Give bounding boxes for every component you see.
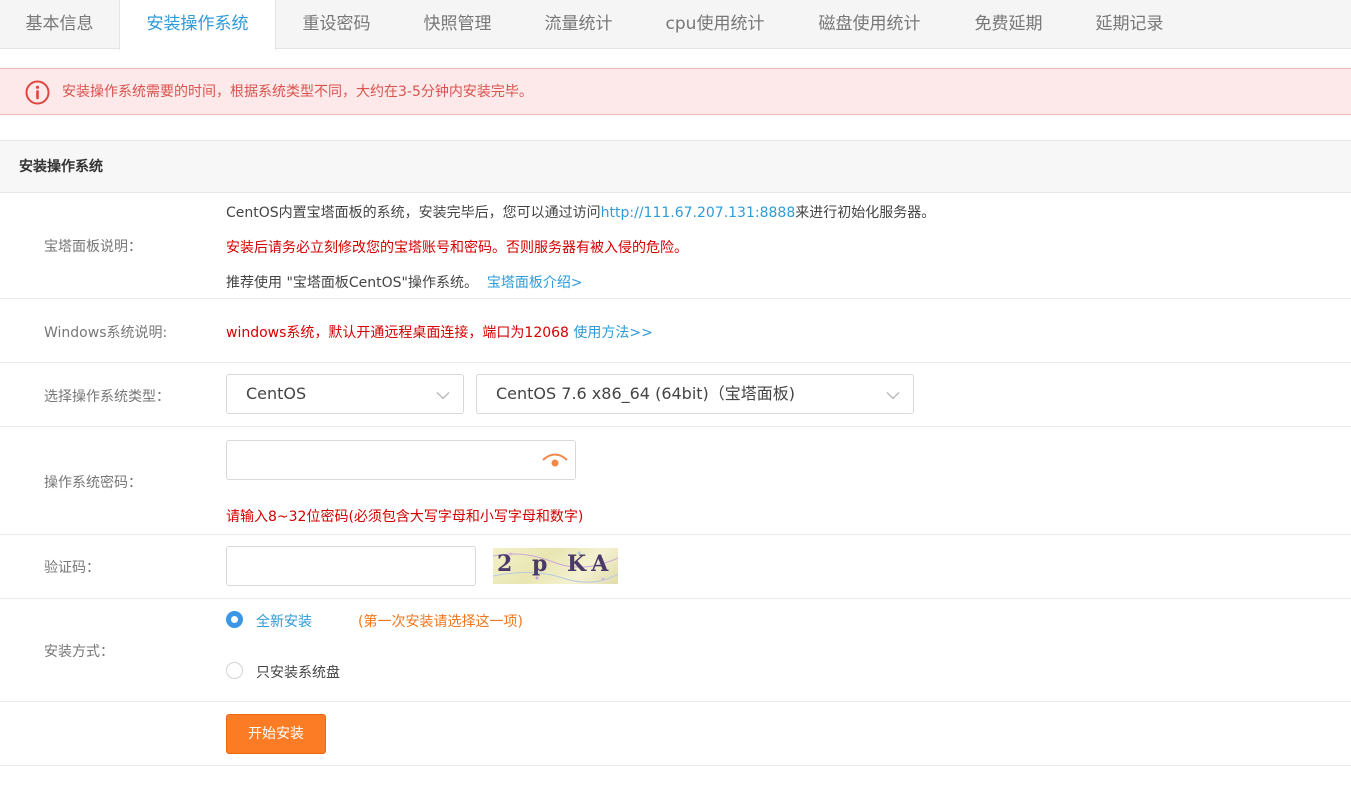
captcha-image[interactable]: 2 p KA (493, 548, 618, 584)
tab-extend-records[interactable]: 延期记录 (1069, 0, 1190, 49)
install-mode-label: 安装方式： (44, 644, 114, 660)
windows-label: Windows系统说明: (44, 325, 168, 341)
section-header: 安装操作系统 (0, 140, 1351, 193)
install-mode-row: 安装方式： 全新安装 (第一次安装请选择这一项) 只安装系统盘 (0, 599, 1351, 702)
os-version-select[interactable]: CentOS 7.6 x86_64 (64bit)（宝塔面板) (476, 374, 914, 414)
system-disk-only-label[interactable]: 只安装系统盘 (256, 662, 340, 682)
baota-line-1-prefix: CentOS内置宝塔面板的系统，安装完毕后，您可以通过访问 (226, 205, 601, 221)
os-select-row: 选择操作系统类型： CentOS CentOS 7.6 x86_64 (64bi… (0, 363, 1351, 427)
alert-banner: 安装操作系统需要的时间，根据系统类型不同，大约在3-5分钟内安装完毕。 (0, 68, 1351, 115)
radio-fresh-install[interactable] (226, 611, 243, 628)
eye-icon[interactable] (541, 450, 569, 472)
captcha-input[interactable] (226, 546, 476, 586)
tab-free-extend[interactable]: 免费延期 (948, 0, 1069, 49)
os-version-value: CentOS 7.6 x86_64 (64bit)（宝塔面板) (496, 384, 796, 403)
windows-info: windows系统，默认开通远程桌面连接，端口为12068 使用方法>> (226, 322, 653, 342)
tab-bar: 基本信息 安装操作系统 重设密码 快照管理 流量统计 cpu使用统计 磁盘使用统… (0, 0, 1351, 50)
info-circle-icon (25, 80, 50, 105)
tab-cpu[interactable]: cpu使用统计 (639, 0, 791, 49)
password-hint: 请输入8~32位密码(必须包含大写字母和小写字母和数字) (226, 509, 584, 525)
tab-disk[interactable]: 磁盘使用统计 (791, 0, 948, 49)
password-label: 操作系统密码： (44, 475, 142, 491)
baota-warning: 安装后请务必立刻修改您的宝塔账号和密码。否则服务器有被入侵的危险。 (226, 240, 688, 256)
baota-line-1: CentOS内置宝塔面板的系统，安装完毕后，您可以通过访问http://111.… (226, 202, 935, 222)
submit-row (0, 702, 1351, 766)
alert-text: 安装操作系统需要的时间，根据系统类型不同，大约在3-5分钟内安装完毕。 (62, 84, 533, 100)
fresh-install-note: (第一次安装请选择这一项) (358, 614, 523, 630)
baota-intro-link[interactable]: 宝塔面板介绍> (487, 275, 583, 291)
captcha-row: 验证码： (0, 535, 1351, 599)
captcha-text: 2 p KA (497, 551, 615, 577)
os-type-select[interactable]: CentOS (226, 374, 464, 414)
windows-row: Windows系统说明: windows系统，默认开通远程桌面连接，端口为120… (0, 299, 1351, 363)
password-field-wrap (226, 440, 576, 480)
baota-line-3: 推荐使用 "宝塔面板CentOS"操作系统。 宝塔面板介绍> (226, 272, 583, 292)
chevron-down-icon (886, 392, 900, 400)
fresh-install-label[interactable]: 全新安装 (256, 611, 312, 631)
captcha-label: 验证码： (44, 560, 100, 576)
chevron-down-icon (436, 392, 450, 400)
tab-traffic[interactable]: 流量统计 (518, 0, 639, 49)
baota-row: 宝塔面板说明： CentOS内置宝塔面板的系统，安装完毕后，您可以通过访问htt… (0, 193, 1351, 299)
os-select-label: 选择操作系统类型： (44, 389, 170, 405)
baota-line-1-suffix: 来进行初始化服务器。 (795, 205, 936, 221)
baota-line-3-prefix: 推荐使用 "宝塔面板CentOS"操作系统。 (226, 275, 478, 291)
section-title: 安装操作系统 (19, 159, 103, 175)
start-install-button[interactable]: 开始安装 (226, 714, 326, 754)
password-input[interactable] (227, 441, 537, 479)
windows-text: windows系统，默认开通远程桌面连接，端口为12068 (226, 325, 569, 341)
os-type-value: CentOS (246, 384, 307, 403)
tab-install-os[interactable]: 安装操作系统 (119, 0, 276, 50)
baota-url-link[interactable]: http://111.67.207.131:8888 (601, 205, 796, 221)
password-row: 操作系统密码： 请输入8~32位密码(必须包含大写字母和小写字母和数字) (0, 427, 1351, 535)
tab-snapshot[interactable]: 快照管理 (397, 0, 518, 49)
tab-basic-info[interactable]: 基本信息 (0, 0, 119, 49)
windows-usage-link[interactable]: 使用方法>> (573, 325, 652, 341)
radio-system-disk-only[interactable] (226, 662, 243, 679)
baota-label: 宝塔面板说明： (44, 239, 142, 255)
tab-reset-password[interactable]: 重设密码 (276, 0, 397, 49)
